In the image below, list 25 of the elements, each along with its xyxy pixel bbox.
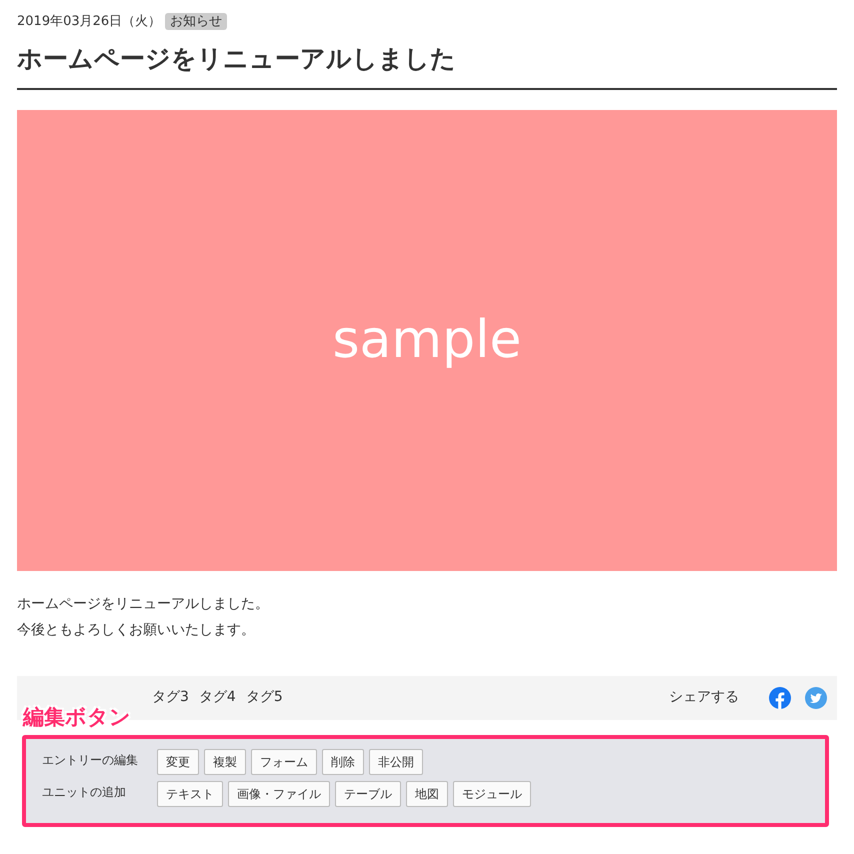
entry-date: 2019年03月26日（火）: [17, 14, 162, 29]
entry-title: ホームページをリニューアルしました: [17, 44, 837, 90]
tag-link[interactable]: タグ5: [246, 687, 283, 708]
row-label: ユニットの追加: [42, 784, 127, 800]
callout-label: 編集ボタン: [23, 704, 131, 731]
category-badge: お知らせ: [165, 13, 228, 30]
edit-button[interactable]: モジュール: [453, 780, 531, 806]
edit-button[interactable]: 変更: [157, 748, 199, 774]
edit-button[interactable]: テキスト: [157, 780, 223, 806]
edit-button[interactable]: テーブル: [335, 780, 401, 806]
image-label: sample: [332, 309, 522, 372]
tag-link[interactable]: タグ4: [198, 687, 236, 708]
share-label: シェアする: [669, 688, 739, 707]
tag-link[interactable]: タグ3: [152, 687, 189, 708]
edit-button[interactable]: 画像・ファイル: [228, 780, 330, 806]
edit-button[interactable]: 複製: [204, 748, 246, 774]
edit-button[interactable]: 削除: [322, 748, 364, 774]
facebook-icon[interactable]: [769, 686, 791, 708]
body-text: 今後ともよろしくお願いいたします。: [17, 620, 256, 640]
edit-button[interactable]: 地図: [406, 780, 448, 806]
row-label: エントリーの編集: [42, 752, 139, 768]
body-text: ホームページをリニューアルしました。: [17, 594, 270, 614]
edit-button[interactable]: フォーム: [251, 748, 317, 774]
bird-icon[interactable]: [805, 686, 827, 708]
edit-button[interactable]: 非公開: [369, 748, 423, 774]
